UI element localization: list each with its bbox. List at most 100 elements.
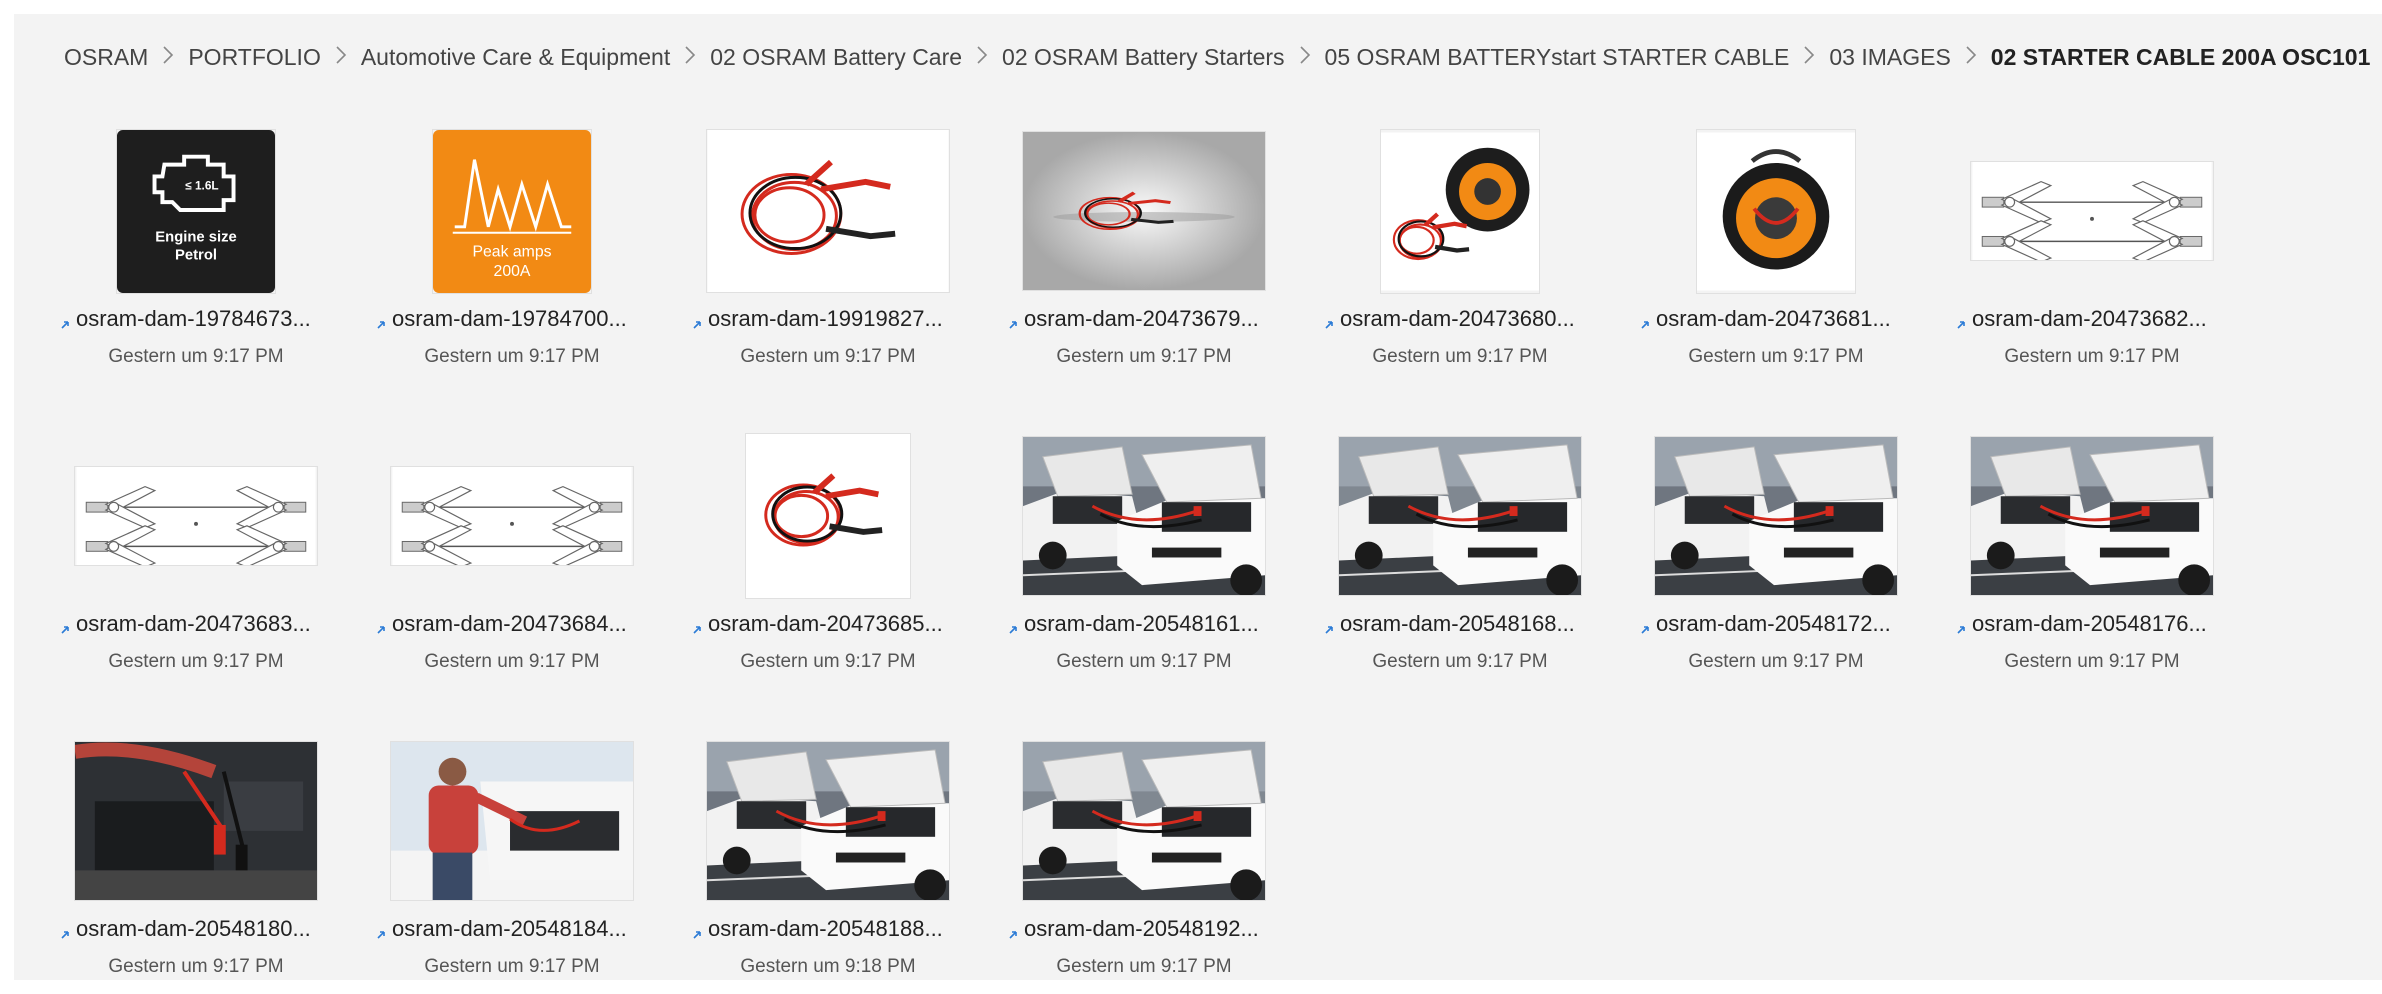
file-tile[interactable]: osram-dam-20473681... Gestern um 9:17 PM <box>1640 114 1956 419</box>
file-modified-date: Gestern um 9:17 PM <box>1956 346 2228 368</box>
sync-pending-icon <box>60 310 74 324</box>
file-thumbnail[interactable] <box>1380 129 1540 294</box>
file-tile[interactable]: osram-dam-20548192... Gestern um 9:17 PM <box>1008 724 1324 980</box>
svg-text:200A: 200A <box>494 263 531 280</box>
file-name[interactable]: osram-dam-19784673... <box>76 306 311 332</box>
file-name[interactable]: osram-dam-20473679... <box>1024 306 1259 332</box>
file-modified-date: Gestern um 9:17 PM <box>376 651 648 673</box>
file-modified-date: Gestern um 9:17 PM <box>1956 651 2228 673</box>
thumbnail-container <box>1338 431 1582 601</box>
file-thumbnail[interactable] <box>390 741 634 901</box>
file-modified-date: Gestern um 9:17 PM <box>1640 651 1912 673</box>
breadcrumb-item[interactable]: OSRAM <box>64 44 148 71</box>
file-name[interactable]: osram-dam-20473680... <box>1340 306 1575 332</box>
file-name[interactable]: osram-dam-20473681... <box>1656 306 1891 332</box>
file-name-row: osram-dam-20473682... <box>1956 306 2207 332</box>
breadcrumb-item[interactable]: 02 OSRAM Battery Starters <box>1002 44 1284 71</box>
sync-pending-icon <box>1008 615 1022 629</box>
file-tile[interactable]: osram-dam-20473682... Gestern um 9:17 PM <box>1956 114 2272 419</box>
file-thumbnail[interactable] <box>1022 436 1266 596</box>
file-tile[interactable]: ≤ 1.6L Engine size Petrol osram-dam-1978… <box>60 114 376 419</box>
chevron-right-icon <box>321 45 361 71</box>
file-thumbnail[interactable] <box>706 129 950 293</box>
svg-text:Peak amps: Peak amps <box>472 243 551 260</box>
breadcrumb-item[interactable]: 05 OSRAM BATTERYstart STARTER CABLE <box>1325 44 1790 71</box>
file-tile[interactable]: osram-dam-20548188... Gestern um 9:18 PM <box>692 724 1008 980</box>
file-tile[interactable]: Peak amps 200A osram-dam-19784700... Gest… <box>376 114 692 419</box>
file-name[interactable]: osram-dam-19919827... <box>708 306 943 332</box>
sync-pending-icon <box>692 920 706 934</box>
file-name[interactable]: osram-dam-20548188... <box>708 916 943 942</box>
breadcrumb-item[interactable]: 02 OSRAM Battery Care <box>710 44 962 71</box>
file-thumbnail[interactable] <box>1022 131 1266 291</box>
file-name[interactable]: osram-dam-20548172... <box>1656 611 1891 637</box>
thumbnail-container <box>74 431 318 601</box>
file-modified-date: Gestern um 9:17 PM <box>376 956 648 978</box>
file-thumbnail[interactable] <box>1654 436 1898 596</box>
file-tile[interactable]: osram-dam-20548168... Gestern um 9:17 PM <box>1324 419 1640 724</box>
file-tile[interactable]: osram-dam-20548184... Gestern um 9:17 PM <box>376 724 692 980</box>
file-name[interactable]: osram-dam-20548192... <box>1024 916 1259 942</box>
thumbnail-container <box>706 736 950 906</box>
file-name[interactable]: osram-dam-20548161... <box>1024 611 1259 637</box>
file-tile[interactable]: osram-dam-20473683... Gestern um 9:17 PM <box>60 419 376 724</box>
file-thumbnail[interactable] <box>1022 741 1266 901</box>
file-thumbnail[interactable] <box>1970 161 2214 261</box>
sync-pending-icon <box>1324 310 1338 324</box>
thumbnail-container <box>390 431 634 601</box>
thumbnail-container <box>1970 126 2214 296</box>
file-tile[interactable]: osram-dam-20473685... Gestern um 9:17 PM <box>692 419 1008 724</box>
file-name[interactable]: osram-dam-20548176... <box>1972 611 2207 637</box>
breadcrumb-item[interactable]: Automotive Care & Equipment <box>361 44 670 71</box>
file-modified-date: Gestern um 9:17 PM <box>1008 651 1280 673</box>
sync-pending-icon <box>376 310 390 324</box>
file-name[interactable]: osram-dam-20473683... <box>76 611 311 637</box>
file-tile[interactable]: osram-dam-20548161... Gestern um 9:17 PM <box>1008 419 1324 724</box>
file-thumbnail[interactable]: Peak amps 200A <box>432 129 592 294</box>
file-tile[interactable]: osram-dam-20473679... Gestern um 9:17 PM <box>1008 114 1324 419</box>
file-tile[interactable]: osram-dam-20548176... Gestern um 9:17 PM <box>1956 419 2272 724</box>
file-name[interactable]: osram-dam-19784700... <box>392 306 627 332</box>
file-thumbnail[interactable] <box>1696 129 1856 294</box>
file-thumbnail[interactable] <box>745 433 911 599</box>
file-tile[interactable]: osram-dam-20473684... Gestern um 9:17 PM <box>376 419 692 724</box>
file-modified-date: Gestern um 9:17 PM <box>60 651 332 673</box>
file-modified-date: Gestern um 9:17 PM <box>1640 346 1912 368</box>
file-name[interactable]: osram-dam-20548168... <box>1340 611 1575 637</box>
file-name-row: osram-dam-20548188... <box>692 916 943 942</box>
file-name-row: osram-dam-20548176... <box>1956 611 2207 637</box>
chevron-right-icon <box>1285 45 1325 71</box>
file-name[interactable]: osram-dam-20548184... <box>392 916 627 942</box>
breadcrumb-item[interactable]: 03 IMAGES <box>1829 44 1950 71</box>
file-tile[interactable]: osram-dam-20548180... Gestern um 9:17 PM <box>60 724 376 980</box>
sync-pending-icon <box>376 920 390 934</box>
file-name-row: osram-dam-20473680... <box>1324 306 1575 332</box>
file-thumbnail[interactable] <box>706 741 950 901</box>
file-tile[interactable]: osram-dam-20473680... Gestern um 9:17 PM <box>1324 114 1640 419</box>
sync-pending-icon <box>692 310 706 324</box>
file-name[interactable]: osram-dam-20473685... <box>708 611 943 637</box>
file-name[interactable]: osram-dam-20473684... <box>392 611 627 637</box>
file-thumbnail[interactable] <box>1338 436 1582 596</box>
breadcrumb: OSRAM PORTFOLIO Automotive Care & Equipmen… <box>64 44 2370 71</box>
file-thumbnail[interactable] <box>390 466 634 566</box>
file-name[interactable]: osram-dam-20473682... <box>1972 306 2207 332</box>
thumbnail-container: Peak amps 200A <box>390 126 634 296</box>
file-grid: ≤ 1.6L Engine size Petrol osram-dam-1978… <box>60 114 2272 980</box>
file-tile[interactable]: osram-dam-20548172... Gestern um 9:17 PM <box>1640 419 1956 724</box>
thumbnail-container <box>74 736 318 906</box>
file-thumbnail[interactable] <box>1970 436 2214 596</box>
breadcrumb-item[interactable]: 02 STARTER CABLE 200A OSC101 <box>1991 44 2371 71</box>
sync-pending-icon <box>1956 310 1970 324</box>
file-thumbnail[interactable]: ≤ 1.6L Engine size Petrol <box>116 129 276 294</box>
thumbnail-container <box>1970 431 2214 601</box>
file-tile[interactable]: osram-dam-19919827... Gestern um 9:17 PM <box>692 114 1008 419</box>
file-thumbnail[interactable] <box>74 741 318 901</box>
breadcrumb-item[interactable]: PORTFOLIO <box>188 44 321 71</box>
sync-pending-icon <box>60 615 74 629</box>
file-name[interactable]: osram-dam-20548180... <box>76 916 311 942</box>
sync-pending-icon <box>376 615 390 629</box>
file-modified-date: Gestern um 9:17 PM <box>60 956 332 978</box>
file-thumbnail[interactable] <box>74 466 318 566</box>
thumbnail-container <box>706 126 950 296</box>
